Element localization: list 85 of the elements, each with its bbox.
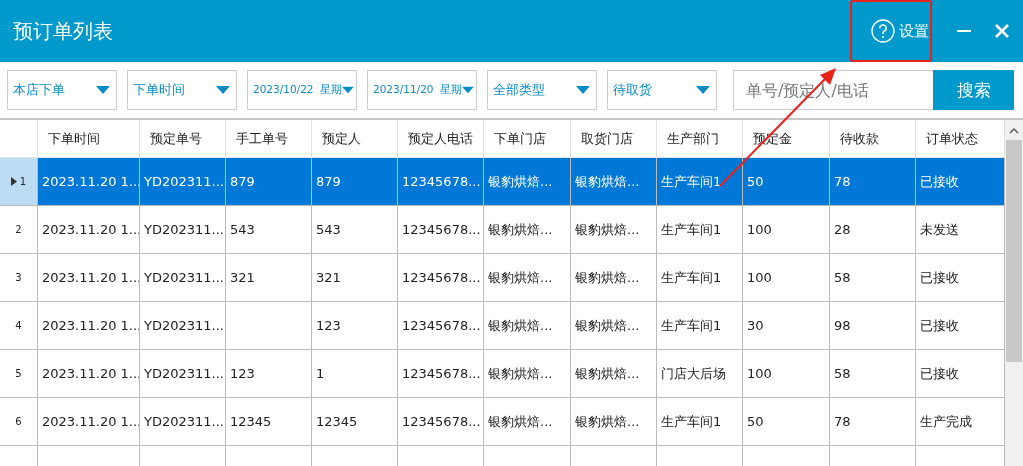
table-cell: 879	[312, 158, 398, 206]
dropdown[interactable]: 全部类型	[487, 70, 597, 110]
scroll-up-icon[interactable]	[1009, 128, 1019, 134]
table-cell: 银豹烘焙...	[571, 350, 657, 398]
caret-icon	[576, 86, 590, 94]
table-cell: 28	[830, 206, 916, 254]
table-cell: 1	[312, 350, 398, 398]
caret-icon	[216, 86, 230, 94]
table-cell: 生产车间1	[657, 302, 743, 350]
table-cell: YD202311...	[140, 158, 226, 206]
table-cell: 123	[226, 350, 312, 398]
pointer-icon	[10, 177, 17, 186]
table-cell: 123	[312, 302, 398, 350]
table-cell: 78	[830, 158, 916, 206]
table-cell: 12345	[226, 398, 312, 446]
table-cell: 12345678...	[398, 254, 484, 302]
table-cell: 98	[830, 302, 916, 350]
table-cell: 100	[743, 206, 830, 254]
table-cell: 银豹烘焙...	[484, 302, 571, 350]
table-cell: YD202311...	[140, 302, 226, 350]
close-icon	[995, 24, 1009, 38]
table-cell: 879	[226, 158, 312, 206]
table-cell: 12345678...	[398, 302, 484, 350]
table-cell: 银豹烘焙...	[571, 398, 657, 446]
table-cell: 100	[743, 350, 830, 398]
table-cell: 321	[226, 254, 312, 302]
table-cell: 银豹烘焙...	[484, 350, 571, 398]
table-cell: 银豹烘焙...	[484, 206, 571, 254]
table-cell: 12345	[312, 398, 398, 446]
table-cell: 门店大后场	[657, 350, 743, 398]
table-cell: YD202311...	[140, 350, 226, 398]
row-header[interactable]: 3	[0, 254, 38, 302]
table-cell: YD202311...	[140, 398, 226, 446]
table-cell: 2023.11.20 1...	[38, 158, 140, 206]
table-cell: 50	[743, 398, 830, 446]
table-cell: 2023.11.20 1...	[38, 350, 140, 398]
table-cell: YD202311...	[140, 254, 226, 302]
table-cell: YD202311...	[140, 206, 226, 254]
caret-icon	[96, 86, 110, 94]
row-header[interactable]: 1	[0, 158, 38, 206]
dropdown[interactable]: 本店下单	[7, 70, 117, 110]
table-cell: 银豹烘焙...	[571, 158, 657, 206]
table-cell: 银豹烘焙...	[484, 398, 571, 446]
table-cell: 321	[312, 254, 398, 302]
help-icon	[871, 19, 895, 43]
scrollbar[interactable]	[1005, 120, 1023, 466]
row-header[interactable]: 2	[0, 206, 38, 254]
table-cell: 银豹烘焙...	[571, 302, 657, 350]
table-cell: 100	[743, 254, 830, 302]
date-picker[interactable]: 2023/10/22 星期	[247, 70, 357, 110]
row-header[interactable]: 4	[0, 302, 38, 350]
table-cell: 2023.11.20 1...	[38, 206, 140, 254]
table-cell: 50	[743, 158, 830, 206]
dropdown[interactable]: 下单时间	[127, 70, 237, 110]
caret-icon	[462, 86, 474, 94]
table-cell: 2023.11.20 1...	[38, 254, 140, 302]
table-cell: 12345678...	[398, 350, 484, 398]
table-cell: 30	[743, 302, 830, 350]
row-header[interactable]: 5	[0, 350, 38, 398]
table-cell: 生产车间1	[657, 398, 743, 446]
caret-icon	[342, 86, 354, 94]
row-header[interactable]: 6	[0, 398, 38, 446]
window-title: 预订单列表	[13, 17, 113, 45]
table-cell: 生产车间1	[657, 158, 743, 206]
table-cell: 生产车间1	[657, 254, 743, 302]
table-cell: 58	[830, 350, 916, 398]
table-cell: 12345678...	[398, 206, 484, 254]
table-cell: 银豹烘焙...	[571, 206, 657, 254]
scroll-thumb[interactable]	[1006, 140, 1022, 362]
table-cell: 543	[312, 206, 398, 254]
table-cell: 58	[830, 254, 916, 302]
table-cell: 银豹烘焙...	[484, 158, 571, 206]
caret-icon	[696, 86, 710, 94]
table-cell: 银豹烘焙...	[571, 254, 657, 302]
table-cell: 543	[226, 206, 312, 254]
table-cell: 已接收	[916, 158, 1005, 206]
table-cell: 12345678...	[398, 398, 484, 446]
date-picker[interactable]: 2023/11/20 星期	[367, 70, 477, 110]
dropdown[interactable]: 待取货	[607, 70, 717, 110]
table-cell: 银豹烘焙...	[484, 254, 571, 302]
table-cell: 2023.11.20 1...	[38, 302, 140, 350]
table-cell: 生产车间1	[657, 206, 743, 254]
table-cell: 78	[830, 398, 916, 446]
table-cell: 2023.11.20 1...	[38, 398, 140, 446]
table-cell: 12345678...	[398, 158, 484, 206]
